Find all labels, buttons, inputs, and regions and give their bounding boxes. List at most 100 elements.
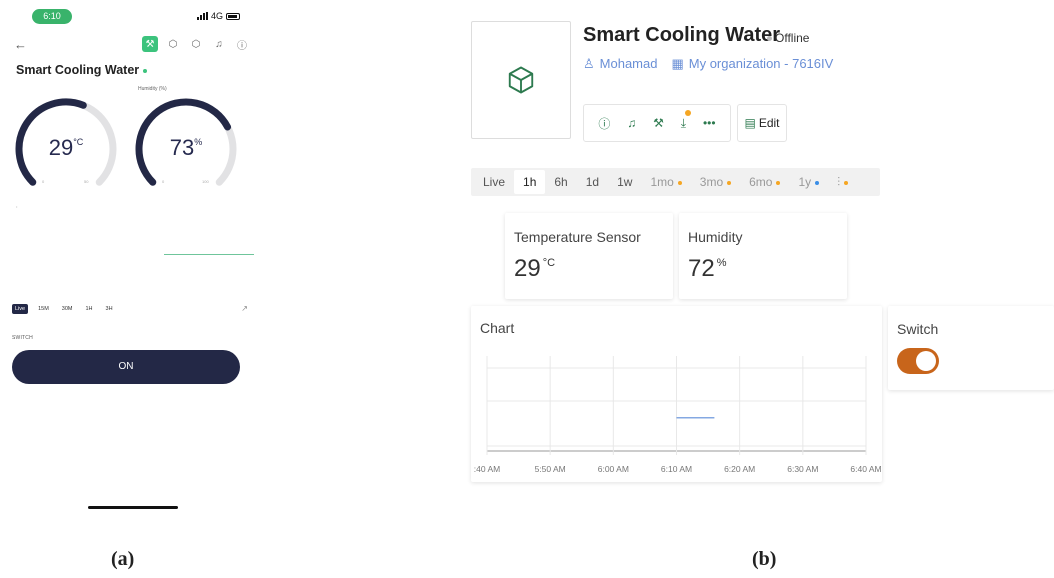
- phone-time-1h[interactable]: 1H: [83, 304, 96, 314]
- time-range-1y[interactable]: 1y: [789, 170, 828, 194]
- phone-switch-label: SWITCH: [12, 335, 33, 341]
- humidity-value: 73: [169, 135, 195, 160]
- cube-icon[interactable]: ⬡: [165, 36, 181, 52]
- on-button[interactable]: ON: [12, 350, 240, 384]
- gauge-max-label: 100: [202, 179, 209, 184]
- chart-title: Chart: [480, 320, 515, 336]
- time-range-label: Live: [483, 175, 506, 189]
- time-range-1mo[interactable]: 1mo: [641, 170, 690, 194]
- building-icon: ▦: [671, 56, 684, 71]
- time-range-label: 3mo: [699, 175, 724, 189]
- temperature-unit: °C: [73, 137, 84, 147]
- phone-time-range: Live 15M 30M 1H 3H: [12, 304, 116, 314]
- time-range-label: 1mo: [650, 175, 674, 189]
- owner-link[interactable]: ♙ Mohamad: [583, 56, 657, 72]
- bell-icon[interactable]: ♫: [211, 36, 227, 52]
- battery-icon: [226, 12, 240, 20]
- gauge-min-label: 0: [162, 179, 165, 184]
- chart-axis-marker: •: [16, 204, 18, 209]
- owner-name: Mohamad: [599, 56, 658, 71]
- device-title-text: Smart Cooling Water: [16, 63, 140, 77]
- cube-outline-icon[interactable]: ⬡: [188, 36, 204, 52]
- online-dot: [143, 68, 148, 73]
- time-range-label: 6h: [554, 175, 568, 189]
- offline-dot: [767, 36, 772, 42]
- temperature-card-value: 29 °C: [514, 255, 555, 283]
- humidity-unit: %: [194, 137, 203, 147]
- home-indicator: [88, 506, 178, 509]
- bell-icon[interactable]: ♫: [627, 116, 636, 130]
- cube-icon: [508, 66, 534, 94]
- share-icon[interactable]: ↗: [241, 304, 248, 313]
- device-title: Smart Cooling Water: [16, 63, 148, 77]
- phone-time-15m[interactable]: 15M: [35, 304, 52, 314]
- edit-icon: ▤: [744, 116, 756, 130]
- status-badge: Offline: [767, 31, 809, 45]
- tools-icon[interactable]: ⚒: [653, 116, 664, 130]
- temperature-card: Temperature Sensor 29 °C: [505, 213, 673, 299]
- wrench-icon[interactable]: ⚒: [142, 36, 158, 52]
- device-meta: ♙ Mohamad ▦ My organization - 7616IV: [583, 56, 833, 72]
- time-range-live[interactable]: Live: [474, 170, 514, 194]
- download-icon[interactable]: ⤓: [681, 109, 692, 131]
- figure-caption-a: (a): [111, 548, 135, 570]
- network-type: 4G: [210, 11, 223, 21]
- signal-bars-icon: [196, 12, 208, 20]
- phone-chart-line: [164, 254, 254, 255]
- temperature-value: 29: [48, 135, 74, 160]
- temperature-card-label: Temperature Sensor: [514, 229, 641, 245]
- gauge-min-label: 0: [42, 179, 45, 184]
- custom-range-icon[interactable]: ⫶: [828, 170, 857, 194]
- notification-badge: [685, 109, 692, 116]
- range-dot: [677, 180, 682, 185]
- time-range-1w[interactable]: 1w: [608, 170, 641, 194]
- humidity-reading: 72: [688, 255, 715, 282]
- edit-button[interactable]: ▤ Edit: [737, 104, 787, 142]
- phone-toolbar: ← ⚒ ⬡ ⬡ ♫ ⓘ: [8, 34, 256, 56]
- status-text: Offline: [775, 31, 810, 45]
- switch-card-label: Switch: [897, 321, 939, 337]
- time-range-label: 1w: [617, 175, 633, 189]
- range-dot: [776, 180, 781, 185]
- signal-indicator: 4G: [196, 11, 240, 21]
- figure-caption-b: (b): [752, 548, 777, 570]
- status-bar: 6:10 4G: [8, 6, 256, 28]
- chart-x-tick-label: 6:30 AM: [787, 464, 818, 474]
- organization-link[interactable]: ▦ My organization - 7616IV: [671, 56, 833, 72]
- edit-label: Edit: [758, 116, 780, 130]
- user-icon: ♙: [583, 56, 595, 71]
- time-range-label: 1d: [585, 175, 600, 189]
- info-icon[interactable]: ⓘ: [598, 115, 610, 132]
- temperature-gauge-value: 29°C: [12, 135, 120, 161]
- back-arrow-icon[interactable]: ←: [14, 37, 27, 52]
- info-icon[interactable]: ⓘ: [234, 36, 250, 52]
- temperature-reading: 29: [514, 255, 541, 282]
- phone-time-30m[interactable]: 30M: [59, 304, 76, 314]
- time-range-1d[interactable]: 1d: [577, 170, 608, 194]
- dashboard-title: Smart Cooling Water: [583, 24, 781, 46]
- more-icon[interactable]: •••: [703, 116, 716, 130]
- line-chart: :40 AM 5:50 AM 6:00 AM 6:10 AM 6:20 AM 6:30 A…: [474, 356, 882, 474]
- humidity-gauge: 73% 0 100: [132, 95, 240, 195]
- switch-toggle[interactable]: [897, 348, 939, 374]
- gauge-max-label: 50: [84, 179, 89, 184]
- time-range-label: 1y: [798, 175, 812, 189]
- time-range-label: 1h: [523, 175, 537, 189]
- humidity-card-value: 72%: [688, 255, 726, 283]
- range-dot: [815, 180, 820, 185]
- time-range-3mo[interactable]: 3mo: [691, 170, 740, 194]
- phone-time-3h[interactable]: 3H: [103, 304, 116, 314]
- chart-x-tick-label: 6:00 AM: [598, 464, 629, 474]
- humidity-reading-unit: %: [716, 257, 727, 269]
- humidity-gauge-value: 73%: [132, 135, 240, 161]
- chart-card: :40 AM 5:50 AM 6:00 AM 6:10 AM 6:20 AM 6:30 A…: [471, 306, 882, 482]
- humidity-gauge-caption: Humidity (%): [138, 86, 167, 92]
- time-range-6h[interactable]: 6h: [545, 170, 576, 194]
- time-range-1h[interactable]: 1h: [514, 170, 546, 194]
- range-dot: [727, 180, 732, 185]
- humidity-card-label: Humidity: [688, 229, 743, 245]
- time-range-6mo[interactable]: 6mo: [740, 170, 789, 194]
- phone-time-live[interactable]: Live: [12, 304, 29, 314]
- chart-x-tick-label: 6:40 AM: [850, 464, 881, 474]
- status-time: 6:10: [32, 9, 72, 24]
